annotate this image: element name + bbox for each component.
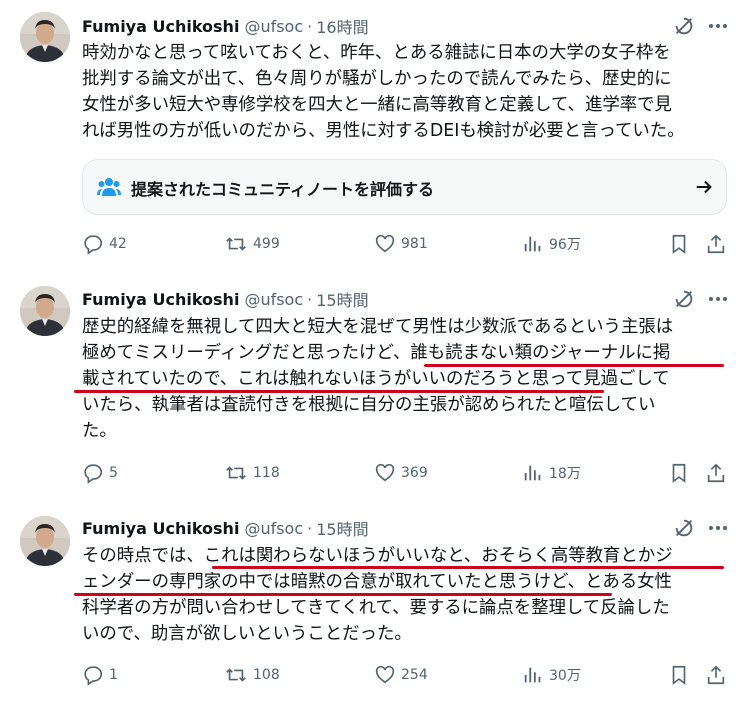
tweet-text: 時効かなと思って呟いておくと、昨年、とある雑誌に日本の大学の女子枠を 批判する論… <box>82 40 732 144</box>
reply-count: 5 <box>109 465 118 481</box>
avatar[interactable] <box>20 12 70 62</box>
arrow-right-icon <box>693 176 715 198</box>
action-bar: 1 108 254 30万 <box>82 663 732 687</box>
community-note-label: 提案されたコミュニティノートを評価する <box>131 180 435 199</box>
repost-button[interactable]: 499 <box>224 232 280 256</box>
views-icon <box>524 236 541 252</box>
share-icon[interactable] <box>704 461 728 485</box>
bookmark-icon[interactable] <box>667 232 691 256</box>
community-note-button[interactable]: 提案されたコミュニティノートを評価する <box>82 159 727 215</box>
reply-button[interactable]: 1 <box>82 663 118 687</box>
timestamp[interactable]: 15時間 <box>316 516 368 540</box>
avatar[interactable] <box>20 516 70 566</box>
author-name[interactable]: Fumiya Uchikoshi <box>82 519 239 538</box>
like-count: 369 <box>401 465 428 481</box>
more-icon[interactable] <box>704 516 732 540</box>
repost-button[interactable]: 108 <box>224 663 280 687</box>
text-line: 批判する論文が出て、色々周りが騒がしかったので読んでみたら、歴史的に <box>82 69 672 89</box>
grok-icon[interactable] <box>672 14 696 38</box>
text-line: た。 <box>82 421 117 441</box>
tweet-1[interactable]: Fumiya Uchikoshi @ufsoc · 16時間 時効かなと思って呟… <box>0 0 739 268</box>
author-name[interactable]: Fumiya Uchikoshi <box>82 17 239 36</box>
more-icon[interactable] <box>704 287 732 311</box>
view-count: 96万 <box>549 237 581 253</box>
text-line: れば男性の方が低いのだから、男性に対するDEIも検討が必要と言っていた。 <box>82 121 685 141</box>
share-icon[interactable] <box>704 232 728 256</box>
grok-icon[interactable] <box>672 516 696 540</box>
separator-dot: · <box>307 16 313 36</box>
repost-button[interactable]: 118 <box>224 461 280 485</box>
text-line: 時効かなと思って呟いておくと、昨年、とある雑誌に日本の大学の女子枠を <box>82 43 671 63</box>
like-button[interactable]: 369 <box>374 461 428 485</box>
timestamp[interactable]: 16時間 <box>316 14 368 38</box>
text-line: 歴史的経緯を無視して四大と短大を混ぜて男性は少数派であるという主張は <box>82 317 674 337</box>
views-button[interactable]: 30万 <box>522 663 581 687</box>
highlight-underline <box>74 593 612 596</box>
text-line: 極めてミスリーディングだと思ったけど、誰も読まない類のジャーナルに掲 <box>82 343 671 363</box>
separator-dot: · <box>307 289 313 309</box>
views-button[interactable]: 96万 <box>522 232 581 256</box>
reply-button[interactable]: 5 <box>82 461 118 485</box>
separator-dot: · <box>307 518 313 538</box>
text-line: いたら、執筆者は査読付きを根拠に自分の主張が認められたと喧伝してい <box>82 395 656 415</box>
author-handle[interactable]: @ufsoc <box>244 519 303 538</box>
like-button[interactable]: 981 <box>374 232 428 256</box>
heart-icon <box>375 665 395 684</box>
timestamp[interactable]: 15時間 <box>316 287 368 311</box>
views-icon <box>524 667 541 683</box>
views-icon <box>524 465 541 481</box>
people-icon <box>97 176 121 198</box>
repost-count: 118 <box>253 465 280 481</box>
tweet-header: Fumiya Uchikoshi @ufsoc · 15時間 <box>82 287 369 311</box>
repost-icon <box>226 237 246 251</box>
tweet-text: 歴史的経緯を無視して四大と短大を混ぜて男性は少数派であるという主張は 極めてミス… <box>82 314 732 444</box>
reply-button[interactable]: 42 <box>82 232 127 256</box>
bookmark-icon[interactable] <box>667 461 691 485</box>
tweet-header: Fumiya Uchikoshi @ufsoc · 16時間 <box>82 14 369 38</box>
avatar[interactable] <box>20 286 70 336</box>
reply-icon <box>84 666 103 686</box>
text-line: 科学者の方が問い合わせしてきてくれて、要するに論点を整理して反論した <box>82 598 670 618</box>
text-line: ェンダーの専門家の中では暗黙の合意が取れていたと思うけど、とある女性 <box>82 572 672 592</box>
reply-icon <box>84 464 103 484</box>
bookmark-icon[interactable] <box>667 663 691 687</box>
repost-icon <box>226 466 246 480</box>
highlight-underline <box>74 390 604 393</box>
reply-count: 1 <box>109 667 118 683</box>
view-count: 30万 <box>549 668 581 684</box>
views-button[interactable]: 18万 <box>522 461 581 485</box>
view-count: 18万 <box>549 466 581 482</box>
reply-icon <box>84 235 103 255</box>
more-icon[interactable] <box>704 14 732 38</box>
like-count: 981 <box>401 236 428 252</box>
highlight-underline <box>212 566 724 569</box>
action-bar: 5 118 369 18万 <box>82 461 732 485</box>
repost-icon <box>226 668 246 682</box>
author-name[interactable]: Fumiya Uchikoshi <box>82 290 239 309</box>
like-button[interactable]: 254 <box>374 663 428 687</box>
like-count: 254 <box>401 667 428 683</box>
share-icon[interactable] <box>704 663 728 687</box>
tweet-2[interactable]: Fumiya Uchikoshi @ufsoc · 15時間 歴史的経緯を無視し… <box>0 276 739 506</box>
author-handle[interactable]: @ufsoc <box>244 290 303 309</box>
reply-count: 42 <box>109 236 127 252</box>
grok-icon[interactable] <box>672 287 696 311</box>
heart-icon <box>375 234 395 253</box>
repost-count: 499 <box>253 236 280 252</box>
action-bar: 42 499 981 96万 <box>82 232 732 256</box>
heart-icon <box>375 463 395 482</box>
text-line: 女性が多い短大や専修学校を四大と一緒に高等教育と定義して、進学率で見 <box>82 95 672 115</box>
tweet-3[interactable]: Fumiya Uchikoshi @ufsoc · 15時間 その時点では、これ… <box>0 506 739 705</box>
author-handle[interactable]: @ufsoc <box>244 17 303 36</box>
repost-count: 108 <box>253 667 280 683</box>
text-line: いので、助言が欲しいということだった。 <box>82 624 412 644</box>
tweet-header: Fumiya Uchikoshi @ufsoc · 15時間 <box>82 516 369 540</box>
highlight-underline <box>424 364 724 367</box>
text-line: 載されていたので、これは触れないほうがいいのだろうと思って見過ごして <box>82 369 670 389</box>
